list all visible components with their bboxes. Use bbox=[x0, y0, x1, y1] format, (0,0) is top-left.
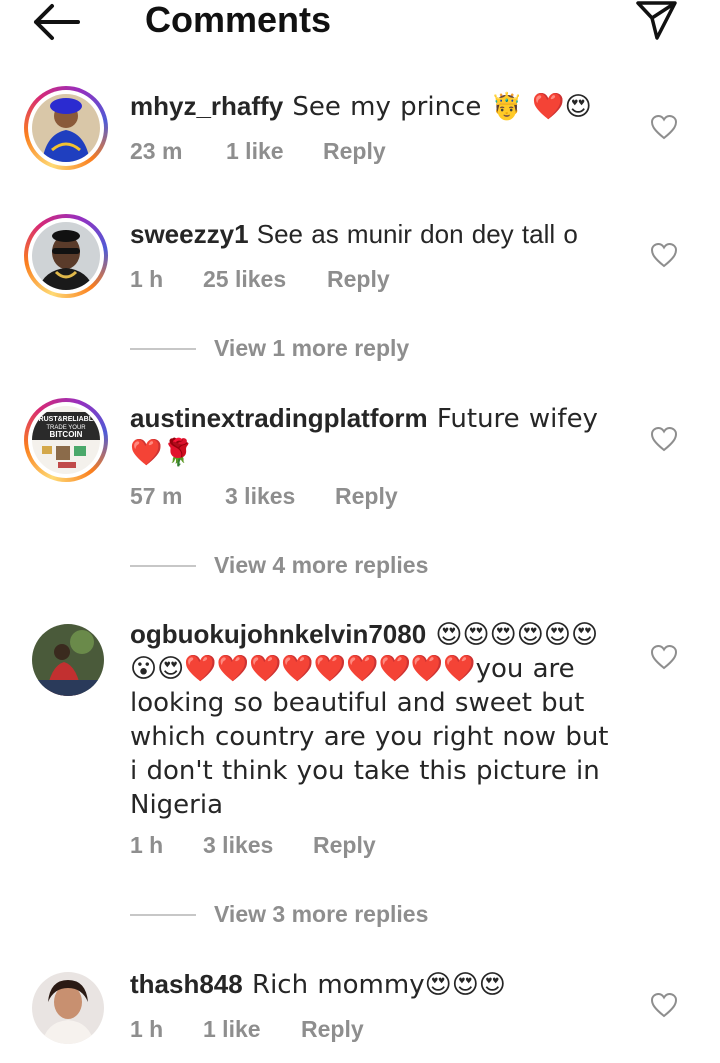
avatar-logo-text: BITCOIN bbox=[50, 430, 83, 439]
heart-icon[interactable] bbox=[650, 114, 678, 140]
comment-likes[interactable]: 3 likes bbox=[203, 830, 273, 860]
comment-time: 1 h bbox=[130, 1016, 164, 1042]
view-replies-label: View 1 more reply bbox=[214, 335, 410, 361]
divider-line bbox=[130, 565, 196, 567]
view-replies-label: View 4 more replies bbox=[214, 552, 429, 578]
top-bar: Comments bbox=[0, 0, 720, 44]
comment-likes[interactable]: 1 like bbox=[203, 1014, 261, 1044]
avatar[interactable] bbox=[24, 214, 108, 298]
arrow-left-icon bbox=[34, 4, 80, 40]
avatar[interactable] bbox=[24, 86, 108, 170]
reply-button[interactable]: Reply bbox=[335, 481, 398, 511]
comment-body: 😍😍😍😍😍😍😮😍❤️❤️❤️❤️❤️❤️❤️❤️❤️you are lookin… bbox=[130, 620, 609, 820]
avatar[interactable] bbox=[32, 624, 104, 696]
reply-button[interactable]: Reply bbox=[323, 136, 386, 166]
view-replies-button[interactable]: View 3 more replies bbox=[130, 899, 530, 929]
avatar-logo-text: TRUST&RELIABLE bbox=[34, 416, 98, 423]
comment-likes[interactable]: 1 like bbox=[226, 136, 284, 166]
comment-text: austinextradingplatform Future wifey ❤️🌹 bbox=[130, 402, 620, 470]
reply-button[interactable]: Reply bbox=[313, 830, 376, 860]
view-replies-button[interactable]: View 1 more reply bbox=[130, 333, 530, 363]
comment-username[interactable]: mhyz_rhaffy bbox=[130, 91, 283, 121]
heart-icon[interactable] bbox=[650, 644, 678, 670]
comment-body: See my prince 🤴 ❤️😍 bbox=[283, 92, 592, 122]
comment-username[interactable]: ogbuokujohnkelvin7080 bbox=[130, 619, 426, 649]
comment-text: sweezzy1 See as munir don dey tall o bbox=[130, 218, 620, 251]
paper-plane-icon bbox=[636, 1, 677, 40]
divider-line bbox=[130, 348, 196, 350]
comment-time: 1 h bbox=[130, 832, 164, 858]
divider-line bbox=[130, 914, 196, 916]
comment-username[interactable]: thash848 bbox=[130, 969, 243, 999]
comment-username[interactable]: austinextradingplatform bbox=[130, 403, 428, 433]
comment-time: 57 m bbox=[130, 483, 183, 509]
comment-body: See as munir don dey tall o bbox=[248, 219, 578, 249]
avatar[interactable]: TRUST&RELIABLE TRADE YOUR BITCOIN bbox=[24, 398, 108, 482]
reply-button[interactable]: Reply bbox=[301, 1014, 364, 1044]
comment-text: ogbuokujohnkelvin7080 😍😍😍😍😍😍😮😍❤️❤️❤️❤️❤️… bbox=[130, 618, 620, 822]
page-title: Comments bbox=[145, 0, 332, 40]
share-button[interactable] bbox=[630, 0, 680, 42]
back-button[interactable] bbox=[30, 2, 82, 42]
avatar[interactable] bbox=[32, 972, 104, 1044]
heart-icon[interactable] bbox=[650, 426, 678, 452]
comment-likes[interactable]: 3 likes bbox=[225, 481, 295, 511]
heart-icon[interactable] bbox=[650, 242, 678, 268]
comment-time: 1 h bbox=[130, 266, 164, 292]
view-replies-label: View 3 more replies bbox=[214, 901, 429, 927]
view-replies-button[interactable]: View 4 more replies bbox=[130, 550, 530, 580]
comment-text: mhyz_rhaffy See my prince 🤴 ❤️😍 bbox=[130, 90, 620, 124]
comment-time: 23 m bbox=[130, 138, 183, 164]
comment-text: thash848 Rich mommy😍😍😍 bbox=[130, 968, 620, 1002]
comment-username[interactable]: sweezzy1 bbox=[130, 219, 249, 249]
reply-button[interactable]: Reply bbox=[327, 264, 390, 294]
heart-icon[interactable] bbox=[650, 992, 678, 1018]
comment-body: Rich mommy😍😍😍 bbox=[242, 970, 506, 1000]
comment-likes[interactable]: 25 likes bbox=[203, 264, 286, 294]
